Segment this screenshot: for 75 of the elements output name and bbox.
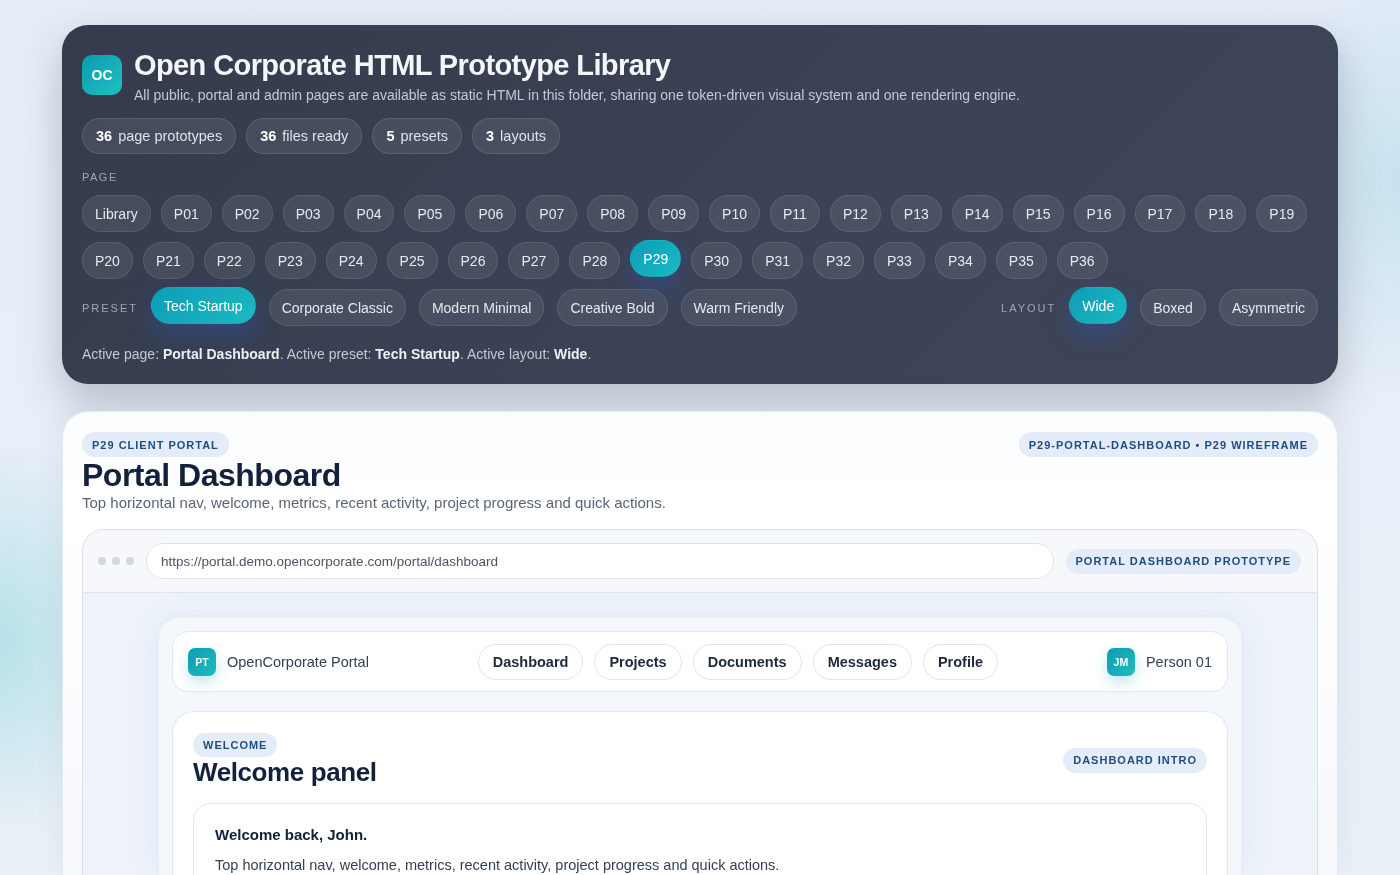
welcome-greeting: Welcome back, John.: [215, 825, 369, 845]
page-chip[interactable]: P17: [1134, 195, 1186, 232]
page-chip[interactable]: P26: [447, 242, 499, 279]
page-chip[interactable]: P11: [770, 195, 820, 232]
stat-pill: 36 page prototypes: [82, 118, 237, 154]
page-chip[interactable]: P16: [1073, 195, 1125, 232]
page-chip[interactable]: P31: [752, 242, 804, 279]
welcome-text: Top horizontal nav, welcome, metrics, recent activity, project progress and quick actions.: [215, 856, 781, 874]
welcome-title: Welcome panel: [193, 757, 377, 787]
page-title: Portal Dashboard: [82, 457, 342, 493]
page-chip[interactable]: Library: [82, 195, 151, 232]
page-chip[interactable]: P12: [829, 195, 881, 232]
active-status-text: Active page: Portal Dashboard. Active preset: Tech Startup. Active layout: Wide.: [82, 345, 593, 363]
page-chip[interactable]: P01: [160, 195, 212, 232]
section-label: LAYOUT: [1001, 301, 1057, 314]
intro-tag: DASHBOARD INTRO: [1063, 747, 1207, 773]
section-label: PRESET: [82, 301, 138, 314]
nav-link[interactable]: Profile: [922, 643, 999, 680]
library-subtitle: All public, portal and admin pages are available as static HTML in this folder, sharing one token-driven visual system and one rendering engine.: [134, 86, 1020, 104]
brand-logo: OC: [82, 55, 122, 95]
nav-link[interactable]: Messages: [812, 643, 912, 680]
url-field[interactable]: https://portal.demo.opencorporate.com/portal/dashboard: [146, 543, 1054, 579]
prototype-tag: PORTAL DASHBOARD PROTOTYPE: [1065, 548, 1301, 574]
page-chip[interactable]: P23: [264, 242, 316, 279]
page-chip[interactable]: P32: [813, 242, 864, 279]
page-meta-tag: P29-PORTAL-DASHBOARD • P29 WIREFRAME: [1018, 432, 1318, 457]
page-chip[interactable]: P19: [1256, 195, 1308, 232]
page-chip[interactable]: P03: [282, 195, 334, 232]
preset-chip[interactable]: Creative Bold: [557, 289, 668, 326]
page-chip[interactable]: P06: [465, 195, 517, 232]
window-dot-icon: [112, 557, 120, 565]
page-chip[interactable]: P35: [995, 242, 1047, 279]
preset-chip[interactable]: Modern Minimal: [418, 289, 545, 326]
page-chip[interactable]: P22: [203, 242, 255, 279]
page-chip[interactable]: P25: [386, 242, 438, 279]
preset-chip[interactable]: Corporate Classic: [268, 289, 406, 326]
page-chip[interactable]: P18: [1195, 195, 1247, 232]
page-chip[interactable]: P04: [343, 195, 395, 232]
page-chip[interactable]: P34: [934, 242, 986, 279]
page-chip[interactable]: P05: [404, 195, 456, 232]
library-title: Open Corporate HTML Prototype Library: [134, 49, 672, 81]
page-chip[interactable]: P15: [1012, 195, 1064, 232]
page-chip[interactable]: P28: [569, 242, 621, 279]
page-chip[interactable]: P09: [648, 195, 700, 232]
portal-brand-name: OpenCorporate Portal: [227, 653, 369, 670]
page-chip[interactable]: P33: [874, 242, 925, 279]
window-dot-icon: [98, 557, 106, 565]
welcome-tag: WELCOME: [193, 733, 278, 757]
window-dot-icon: [126, 557, 134, 565]
page-chip[interactable]: P07: [526, 195, 578, 232]
user-name: Person 01: [1145, 653, 1212, 670]
page-chip[interactable]: P13: [890, 195, 942, 232]
page-chip[interactable]: P27: [508, 242, 560, 279]
nav-link[interactable]: Documents: [692, 643, 802, 680]
page-chip[interactable]: P08: [587, 195, 639, 232]
stat-pill: 3 layouts: [472, 118, 561, 154]
page-chip[interactable]: P14: [951, 195, 1003, 232]
page-chip[interactable]: P30: [691, 242, 743, 279]
page-chip[interactable]: P20: [82, 242, 133, 279]
portal-logo: PT: [188, 647, 216, 676]
page-chip[interactable]: P10: [709, 195, 760, 232]
layout-chip[interactable]: Boxed: [1140, 289, 1206, 326]
page-chip[interactable]: P02: [221, 195, 273, 232]
nav-link[interactable]: Dashboard: [477, 643, 584, 680]
page-chip[interactable]: P21: [142, 242, 194, 279]
stat-pill: 36 files ready: [246, 118, 363, 154]
nav-link[interactable]: Projects: [594, 643, 682, 680]
section-label: PAGE: [82, 171, 119, 183]
stat-pill: 5 presets: [372, 118, 462, 154]
page-subtitle: Top horizontal nav, welcome, metrics, recent activity, project progress and quick actions.: [82, 494, 667, 512]
page-chip[interactable]: P36: [1056, 242, 1108, 279]
layout-chip[interactable]: Asymmetric: [1218, 289, 1318, 326]
preset-chip[interactable]: Warm Friendly: [680, 289, 798, 326]
page-chip[interactable]: P24: [325, 242, 377, 279]
page-tag: P29 CLIENT PORTAL: [82, 432, 229, 457]
